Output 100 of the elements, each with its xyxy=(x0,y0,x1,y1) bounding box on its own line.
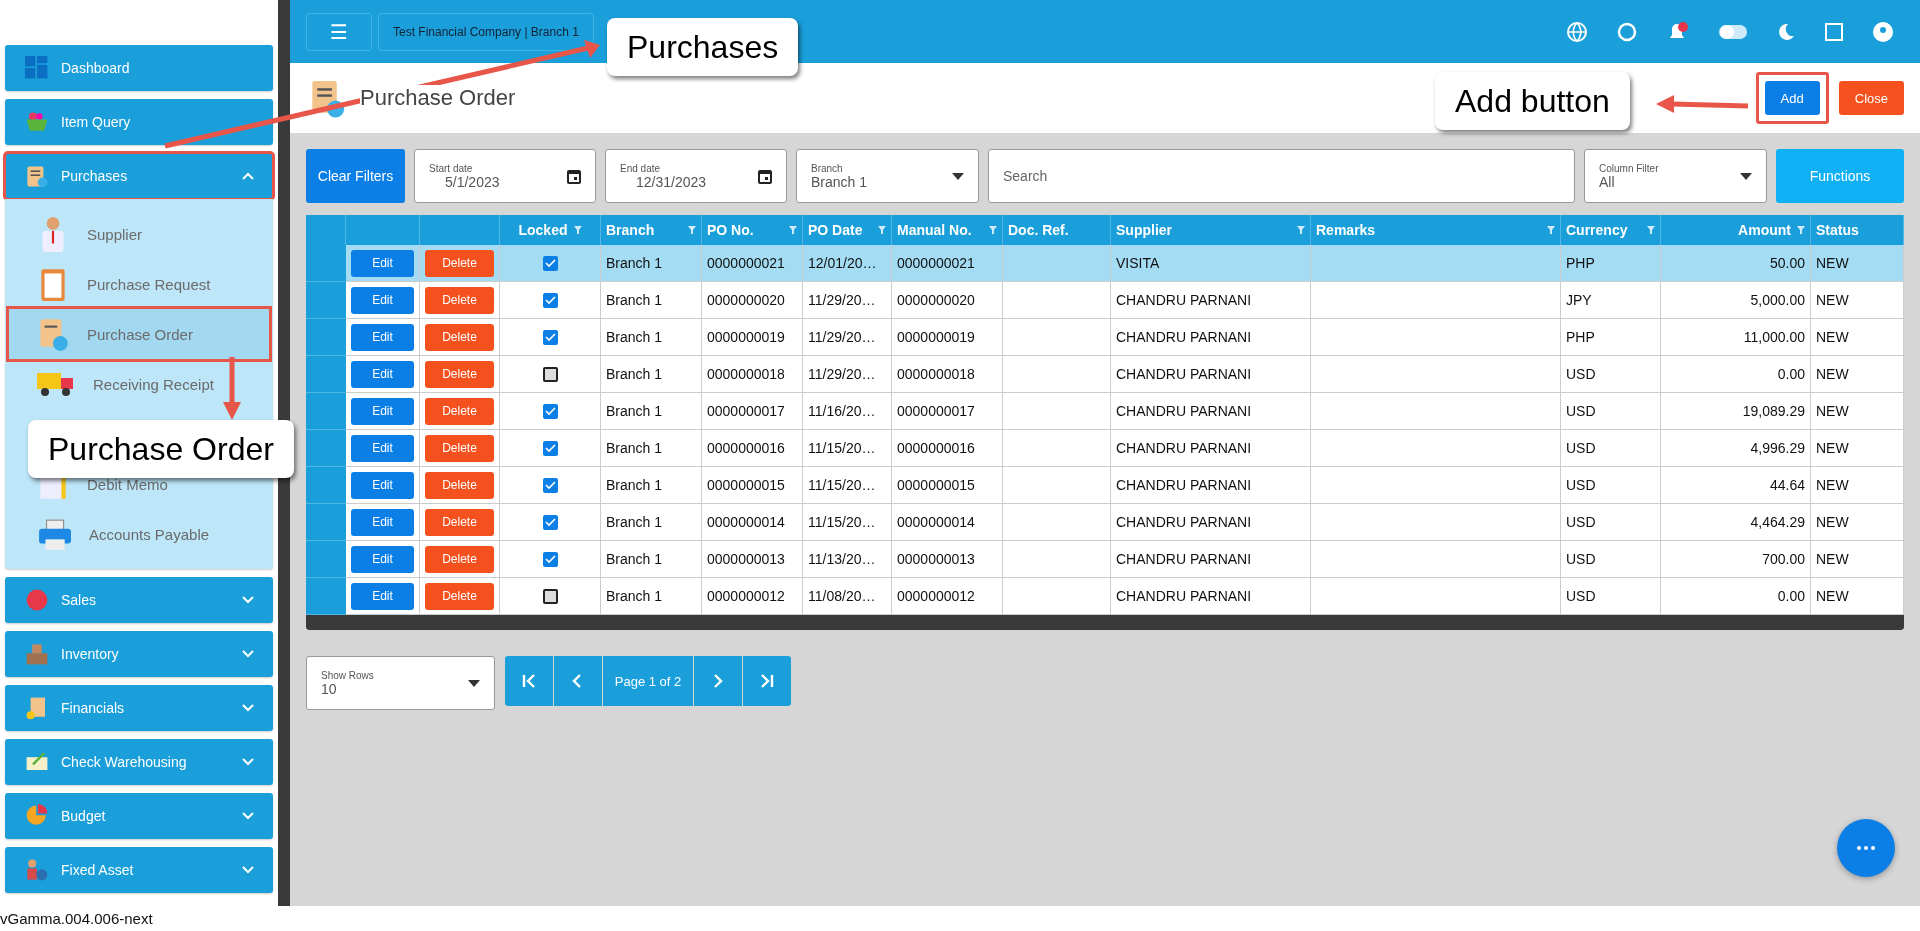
table-cell: USD xyxy=(1561,504,1661,541)
delete-button[interactable]: Delete xyxy=(425,397,494,425)
delete-button[interactable]: Delete xyxy=(425,545,494,573)
submenu-item[interactable]: Receiving Receipt xyxy=(9,359,269,409)
sidebar-item[interactable]: Financials xyxy=(5,685,273,731)
checkbox[interactable] xyxy=(542,551,558,567)
last-page-button[interactable] xyxy=(743,656,791,706)
submenu-item[interactable]: Purchase Request xyxy=(9,259,269,309)
delete-button[interactable]: Delete xyxy=(425,471,494,499)
table-cell: 19,089.29 xyxy=(1661,393,1811,430)
delete-button[interactable]: Delete xyxy=(425,249,494,277)
table-cell: USD xyxy=(1561,393,1661,430)
column-header[interactable]: Amount xyxy=(1661,215,1811,245)
column-header[interactable]: PO No. xyxy=(702,215,803,245)
checkbox[interactable] xyxy=(542,292,558,308)
column-header[interactable]: Locked xyxy=(500,215,601,245)
version-label: vGamma.004.006-next xyxy=(0,909,154,929)
table-cell: PHP xyxy=(1561,245,1661,282)
edit-button[interactable]: Edit xyxy=(351,249,414,277)
clear-filters-button[interactable]: Clear Filters xyxy=(306,149,405,203)
first-page-icon xyxy=(521,674,537,688)
table-cell: 0000000020 xyxy=(702,282,803,319)
delete-button[interactable]: Delete xyxy=(425,508,494,536)
column-header[interactable]: Manual No. xyxy=(892,215,1003,245)
table-cell: 0000000014 xyxy=(702,504,803,541)
submenu-item[interactable]: Purchase Order xyxy=(9,309,269,359)
delete-button[interactable]: Delete xyxy=(425,582,494,610)
select-field[interactable]: Branch Branch 1 xyxy=(796,149,979,203)
sidebar-item[interactable]: Inventory xyxy=(5,631,273,677)
checkbox[interactable] xyxy=(542,514,558,530)
table-cell: 44.64 xyxy=(1661,467,1811,504)
sidebar-item[interactable]: Budget xyxy=(5,793,273,839)
ellipsis-icon xyxy=(1857,846,1875,850)
checkbox[interactable] xyxy=(542,329,558,345)
table-cell: 11/29/20… xyxy=(803,282,892,319)
table-cell: 0000000021 xyxy=(892,245,1003,282)
sidebar-item[interactable]: Fixed Asset xyxy=(5,847,273,893)
search-field[interactable]: Search xyxy=(988,149,1575,203)
edit-button[interactable]: Edit xyxy=(351,286,414,314)
sidebar-item[interactable]: Item Query xyxy=(5,99,273,145)
basket-icon xyxy=(25,110,49,134)
column-header[interactable]: PO Date xyxy=(803,215,892,245)
pie-chart-icon xyxy=(25,804,49,828)
date-field[interactable]: End date 12/31/2023 xyxy=(605,149,787,203)
page-indicator[interactable]: Page 1 of 2 xyxy=(603,656,693,706)
check-icon xyxy=(544,443,556,453)
table-cell: 11/15/20… xyxy=(803,467,892,504)
row-header xyxy=(306,578,346,615)
column-header[interactable]: Currency xyxy=(1561,215,1661,245)
row-header xyxy=(306,541,346,578)
column-header[interactable]: Status xyxy=(1811,215,1904,245)
table-cell: NEW xyxy=(1811,393,1904,430)
edit-button[interactable]: Edit xyxy=(351,508,414,536)
delete-button[interactable]: Delete xyxy=(425,286,494,314)
sidebar-item[interactable]: Dashboard xyxy=(5,45,273,91)
edit-button[interactable]: Edit xyxy=(351,323,414,351)
edit-button[interactable]: Edit xyxy=(351,397,414,425)
functions-button[interactable]: Functions xyxy=(1776,149,1904,203)
checkbox[interactable] xyxy=(542,403,558,419)
column-header[interactable]: Supplier xyxy=(1111,215,1311,245)
table-cell: Branch 1 xyxy=(601,282,702,319)
submenu-item[interactable]: Supplier xyxy=(9,209,269,259)
first-page-button[interactable] xyxy=(505,656,553,706)
column-header[interactable]: Branch xyxy=(601,215,702,245)
column-header[interactable]: Doc. Ref. xyxy=(1003,215,1111,245)
table-cell: 0000000018 xyxy=(892,356,1003,393)
table-cell: 11/29/20… xyxy=(803,356,892,393)
check-icon xyxy=(544,295,556,305)
checkbox[interactable] xyxy=(542,477,558,493)
edit-button[interactable]: Edit xyxy=(351,360,414,388)
table-cell: PHP xyxy=(1561,319,1661,356)
user-icon xyxy=(1872,20,1894,43)
table-cell: CHANDRU PARNANI xyxy=(1111,504,1311,541)
edit-button[interactable]: Edit xyxy=(351,545,414,573)
table-cell: USD xyxy=(1561,430,1661,467)
select-field[interactable]: Column Filter All xyxy=(1584,149,1767,203)
add-button[interactable]: Add xyxy=(1764,81,1820,115)
menu-button[interactable]: ☰ xyxy=(306,12,372,51)
show-rows-select[interactable]: Show Rows 10 xyxy=(306,656,495,710)
sidebar-item[interactable]: Check Warehousing xyxy=(5,739,273,785)
checkbox[interactable] xyxy=(542,588,558,604)
submenu-item[interactable]: Accounts Payable xyxy=(9,509,269,559)
delete-button[interactable]: Delete xyxy=(425,323,494,351)
table-cell: NEW xyxy=(1811,282,1904,319)
delete-button[interactable]: Delete xyxy=(425,434,494,462)
checkbox[interactable] xyxy=(542,366,558,382)
checkbox[interactable] xyxy=(542,255,558,271)
checkbox[interactable] xyxy=(542,440,558,456)
edit-button[interactable]: Edit xyxy=(351,471,414,499)
edit-button[interactable]: Edit xyxy=(351,434,414,462)
table-cell: 0000000017 xyxy=(702,393,803,430)
close-button[interactable]: Close xyxy=(1838,81,1904,115)
sidebar-item[interactable]: Purchases xyxy=(5,153,273,199)
column-header[interactable]: Remarks xyxy=(1311,215,1561,245)
sidebar-item[interactable]: Sales xyxy=(5,577,273,623)
date-field[interactable]: Start date 5/1/2023 xyxy=(414,149,596,203)
delete-button[interactable]: Delete xyxy=(425,360,494,388)
table-cell: 0000000017 xyxy=(892,393,1003,430)
edit-button[interactable]: Edit xyxy=(351,582,414,610)
row-header xyxy=(306,319,346,356)
